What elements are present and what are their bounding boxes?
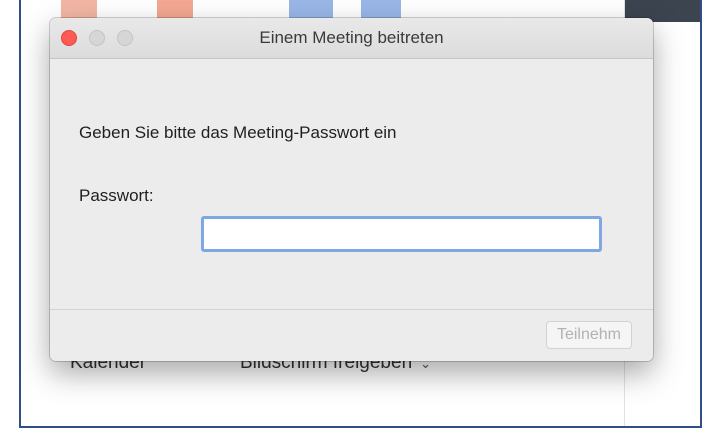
join-meeting-dialog: Einem Meeting beitreten Geben Sie bitte … (50, 18, 653, 361)
password-label: Passwort: (79, 186, 154, 205)
dialog-titlebar[interactable]: Einem Meeting beitreten (50, 18, 653, 59)
password-prompt: Geben Sie bitte das Meeting-Passwort ein (79, 123, 397, 142)
dialog-content: Geben Sie bitte das Meeting-Passwort ein… (50, 59, 653, 311)
dialog-title: Einem Meeting beitreten (259, 28, 444, 47)
password-input[interactable] (201, 216, 602, 252)
join-button[interactable]: Teilnehm (545, 321, 632, 349)
dialog-footer: Teilnehm (50, 309, 653, 361)
